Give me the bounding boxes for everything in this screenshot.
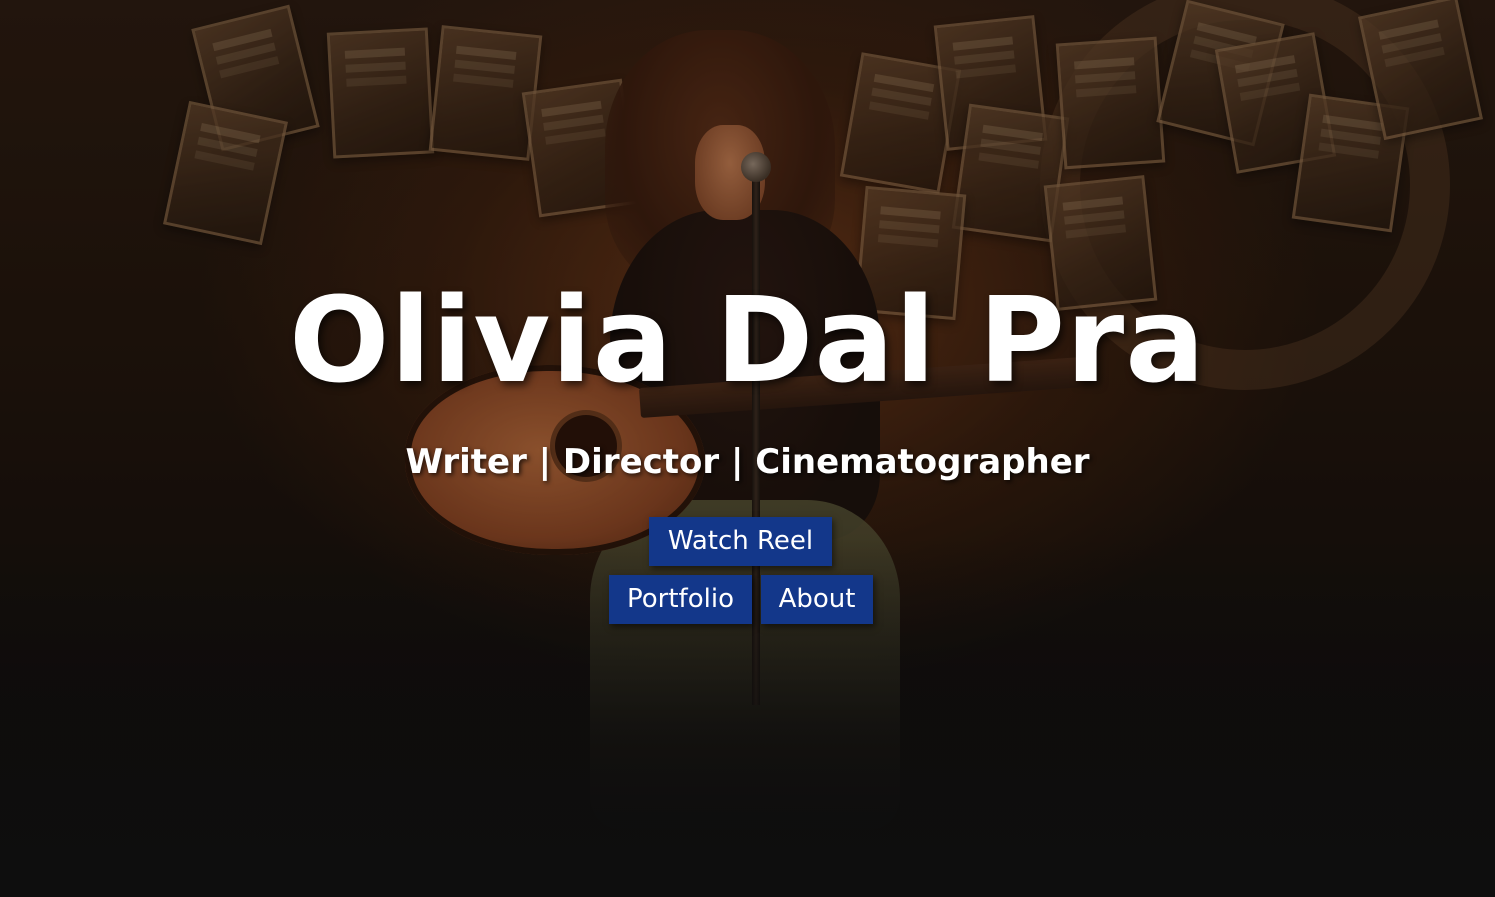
site-title: Olivia Dal Pra (289, 271, 1206, 409)
watch-reel-button[interactable]: Watch Reel (649, 517, 832, 566)
hero-content: Olivia Dal Pra Writer | Director | Cinem… (0, 0, 1495, 897)
hero-section: Olivia Dal Pra Writer | Director | Cinem… (0, 0, 1495, 897)
portfolio-button[interactable]: Portfolio (609, 575, 752, 624)
about-button[interactable]: About (761, 575, 873, 624)
tagline: Writer | Director | Cinematographer (405, 442, 1090, 482)
